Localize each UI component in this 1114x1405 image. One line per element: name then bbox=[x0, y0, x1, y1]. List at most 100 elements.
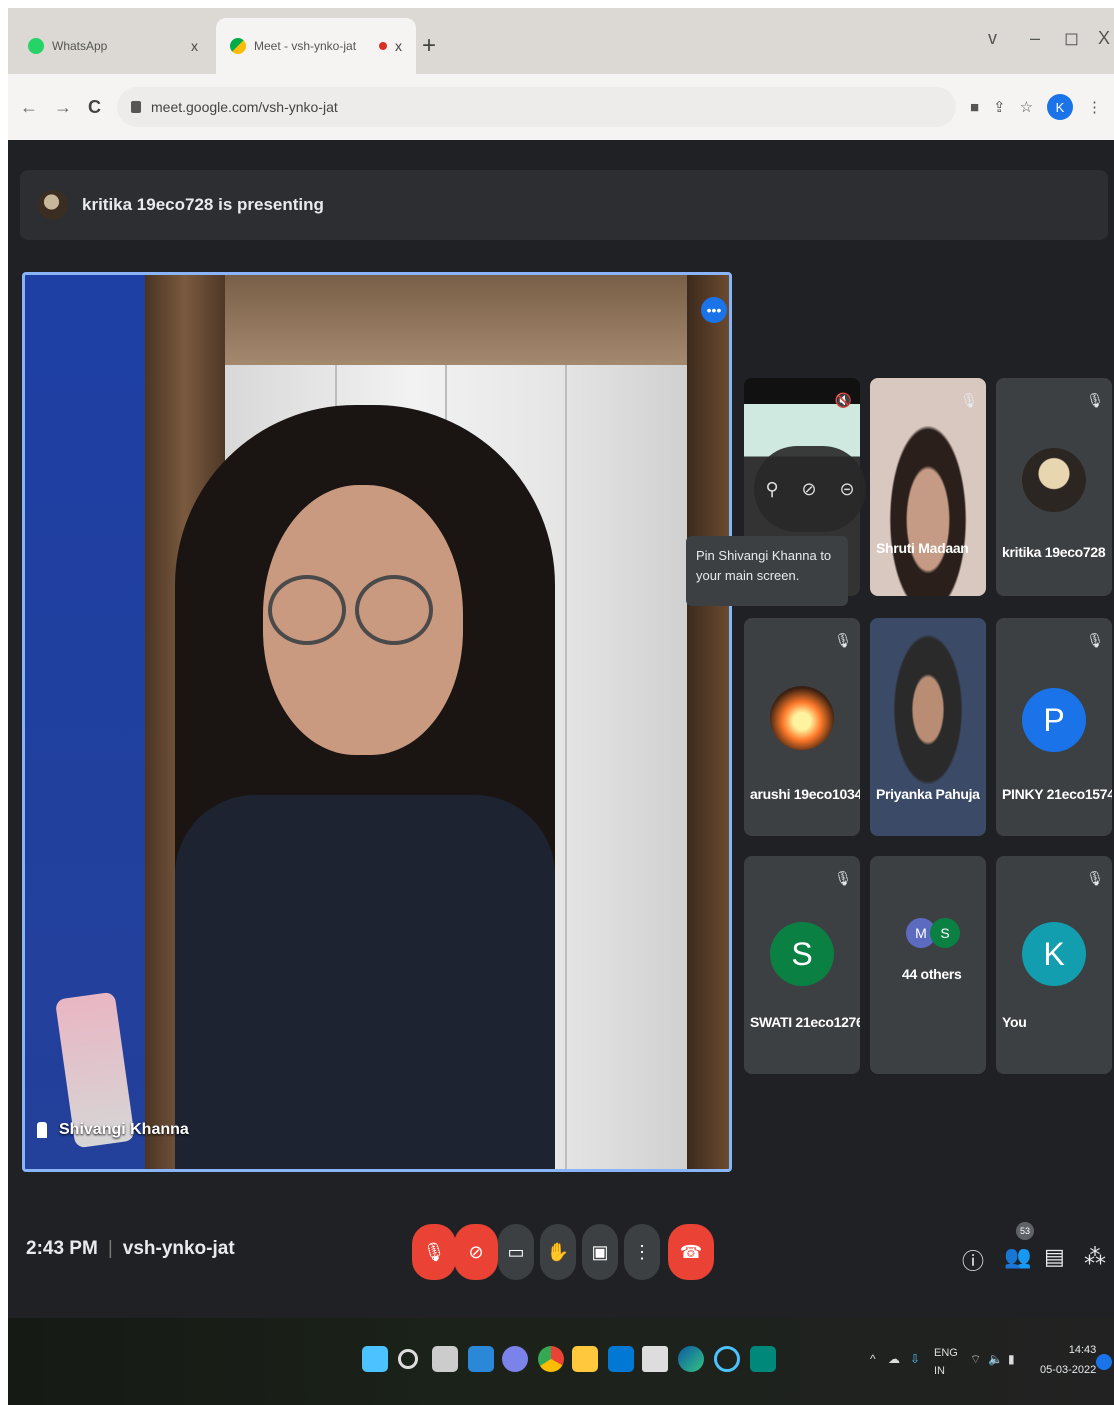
participant-tile[interactable]: 🎙 P PINKY 21eco1574 bbox=[996, 618, 1112, 836]
camera-toggle-button[interactable]: ⊘ bbox=[454, 1224, 498, 1280]
speaker-name-label: Shivangi Khanna bbox=[59, 1121, 189, 1138]
meet-controls-bar: 2:43 PM | vsh-ynko-jat 🎙 ⊘ ▭ ✋ ▣ ⋮ ☎ ⓘ 👥 5… bbox=[8, 1200, 1114, 1300]
restore-button[interactable]: ◻ bbox=[1064, 28, 1079, 49]
avatar bbox=[770, 686, 834, 750]
chat-icon[interactable]: ▤ bbox=[1044, 1244, 1065, 1270]
teams-chat-icon[interactable] bbox=[502, 1346, 528, 1372]
participant-tile[interactable]: Priyanka Pahuja bbox=[870, 618, 986, 836]
clock-time: 14:43 bbox=[1068, 1344, 1097, 1356]
tab-search-icon[interactable]: v bbox=[988, 28, 997, 49]
tab-title: WhatsApp bbox=[52, 39, 108, 53]
video-background bbox=[225, 275, 705, 367]
close-tab-icon[interactable]: x bbox=[395, 38, 402, 54]
main-video-tile[interactable]: ••• Shivangi Khanna bbox=[22, 272, 732, 1172]
forward-button[interactable]: → bbox=[54, 97, 72, 118]
notification-icon[interactable] bbox=[1096, 1354, 1112, 1370]
more-icon[interactable]: ⊝ bbox=[839, 479, 854, 500]
participant-tile[interactable]: 🎙 S SWATI 21eco1276 bbox=[744, 856, 860, 1074]
store-icon[interactable] bbox=[608, 1346, 634, 1372]
participant-name: PINKY 21eco1574 bbox=[1002, 786, 1112, 802]
microphone-toggle-button[interactable]: 🎙 bbox=[412, 1224, 456, 1280]
battery-icon[interactable]: ▮ bbox=[1008, 1352, 1015, 1366]
participant-name: You bbox=[1002, 1014, 1027, 1030]
activities-icon[interactable]: ⁂ bbox=[1084, 1244, 1106, 1270]
wifi-icon[interactable]: ⌔ bbox=[970, 1352, 981, 1367]
presenting-text: kritika 19eco728 is presenting bbox=[82, 195, 324, 214]
pin-icon bbox=[37, 1122, 47, 1138]
participant-name: 44 others bbox=[902, 966, 962, 982]
onedrive-icon[interactable]: ☁ bbox=[888, 1352, 900, 1366]
video-background bbox=[687, 275, 729, 1169]
avatar bbox=[38, 190, 68, 220]
camera-icon[interactable]: ■ bbox=[970, 99, 979, 116]
share-icon[interactable]: ⇪ bbox=[993, 98, 1006, 116]
meet-icon bbox=[230, 38, 246, 54]
close-tab-icon[interactable]: x bbox=[191, 38, 198, 54]
system-clock[interactable]: 14:43 05-03-2022 bbox=[1040, 1340, 1096, 1380]
tab-whatsapp[interactable]: WhatsApp x bbox=[14, 18, 212, 74]
mic-off-icon: 🎙 bbox=[1086, 870, 1104, 886]
meeting-info-icon[interactable]: ⓘ bbox=[962, 1244, 984, 1276]
meet-stage: kritika 19eco728 is presenting ••• Shiva… bbox=[8, 140, 1114, 1318]
participant-count-badge: 53 bbox=[1016, 1222, 1034, 1240]
mic-off-icon: 🔇 bbox=[834, 392, 852, 408]
show-hidden-icons[interactable]: ^ bbox=[870, 1352, 876, 1366]
meet-app-icon[interactable] bbox=[750, 1346, 776, 1372]
participant-tile[interactable]: 🎙 arushi 19eco1034 bbox=[744, 618, 860, 836]
more-options-icon[interactable]: ••• bbox=[701, 297, 727, 323]
volume-icon[interactable]: 🔈 bbox=[988, 1352, 1003, 1366]
more-options-button[interactable]: ⋮ bbox=[624, 1224, 660, 1280]
present-button[interactable]: ▣ bbox=[582, 1224, 618, 1280]
participant-tile-self[interactable]: 🎙 K You bbox=[996, 856, 1112, 1074]
meeting-details: 2:43 PM | vsh-ynko-jat bbox=[26, 1238, 235, 1260]
avatar: P bbox=[1022, 688, 1086, 752]
chrome-icon[interactable] bbox=[538, 1346, 564, 1372]
mic-off-icon: 🎙 bbox=[834, 870, 852, 886]
mute-icon[interactable]: ⊘ bbox=[802, 479, 817, 500]
lang-code: ENG bbox=[934, 1347, 958, 1359]
participant-tile-others[interactable]: M S 44 others bbox=[870, 856, 986, 1074]
browser-toolbar: ← → C meet.google.com/vsh-ynko-jat ■ ⇪ ☆… bbox=[8, 74, 1114, 140]
participant-video bbox=[870, 618, 986, 836]
leave-call-button[interactable]: ☎ bbox=[668, 1224, 714, 1280]
mic-off-icon: 🎙 bbox=[1086, 632, 1104, 648]
people-icon[interactable]: 👥 bbox=[1004, 1244, 1031, 1270]
captions-button[interactable]: ▭ bbox=[498, 1224, 534, 1280]
profile-avatar[interactable]: K bbox=[1047, 94, 1073, 120]
new-tab-button[interactable]: + bbox=[422, 32, 436, 60]
pin-icon[interactable]: ⚲ bbox=[765, 479, 778, 500]
meeting-time: 2:43 PM bbox=[26, 1238, 98, 1259]
dropbox-icon[interactable] bbox=[642, 1346, 668, 1372]
back-button[interactable]: ← bbox=[20, 97, 38, 118]
participant-tile[interactable]: 🎙 kritika 19eco728 bbox=[996, 378, 1112, 596]
participant-tile[interactable]: 🎙 Shruti Madaan bbox=[870, 378, 986, 596]
browser-window: WhatsApp x Meet - vsh-ynko-jat x + v – ◻… bbox=[8, 8, 1114, 140]
search-icon[interactable] bbox=[398, 1349, 418, 1369]
separator: | bbox=[107, 1238, 113, 1259]
file-explorer-icon[interactable] bbox=[572, 1346, 598, 1372]
task-view-icon[interactable] bbox=[432, 1346, 458, 1372]
raise-hand-button[interactable]: ✋ bbox=[540, 1224, 576, 1280]
menu-icon[interactable]: ⋮ bbox=[1087, 98, 1102, 116]
tooltip: Pin Shivangi Khanna to your main screen. bbox=[686, 536, 848, 606]
edge-icon[interactable] bbox=[678, 1346, 704, 1372]
address-bar[interactable]: meet.google.com/vsh-ynko-jat bbox=[117, 87, 956, 127]
download-icon[interactable]: ⇩ bbox=[910, 1352, 920, 1366]
region-code: IN bbox=[934, 1365, 945, 1377]
participant-name: Shruti Madaan bbox=[876, 540, 969, 556]
widgets-icon[interactable] bbox=[468, 1346, 494, 1372]
tab-meet[interactable]: Meet - vsh-ynko-jat x bbox=[216, 18, 416, 74]
url-text: meet.google.com/vsh-ynko-jat bbox=[151, 99, 338, 115]
minimize-button[interactable]: – bbox=[1030, 28, 1040, 49]
close-window-button[interactable]: X bbox=[1098, 28, 1110, 49]
start-icon[interactable] bbox=[362, 1346, 388, 1372]
video-background bbox=[565, 365, 567, 1169]
mic-off-icon: 🎙 bbox=[960, 392, 978, 408]
star-icon[interactable]: ☆ bbox=[1020, 98, 1033, 116]
language-indicator[interactable]: ENG IN bbox=[934, 1344, 958, 1380]
mic-off-icon: 🎙 bbox=[1086, 392, 1104, 408]
tab-bar: WhatsApp x Meet - vsh-ynko-jat x + v – ◻… bbox=[8, 8, 1114, 74]
participant-video bbox=[870, 378, 986, 596]
cortana-icon[interactable] bbox=[714, 1346, 740, 1372]
reload-button[interactable]: C bbox=[88, 97, 101, 118]
